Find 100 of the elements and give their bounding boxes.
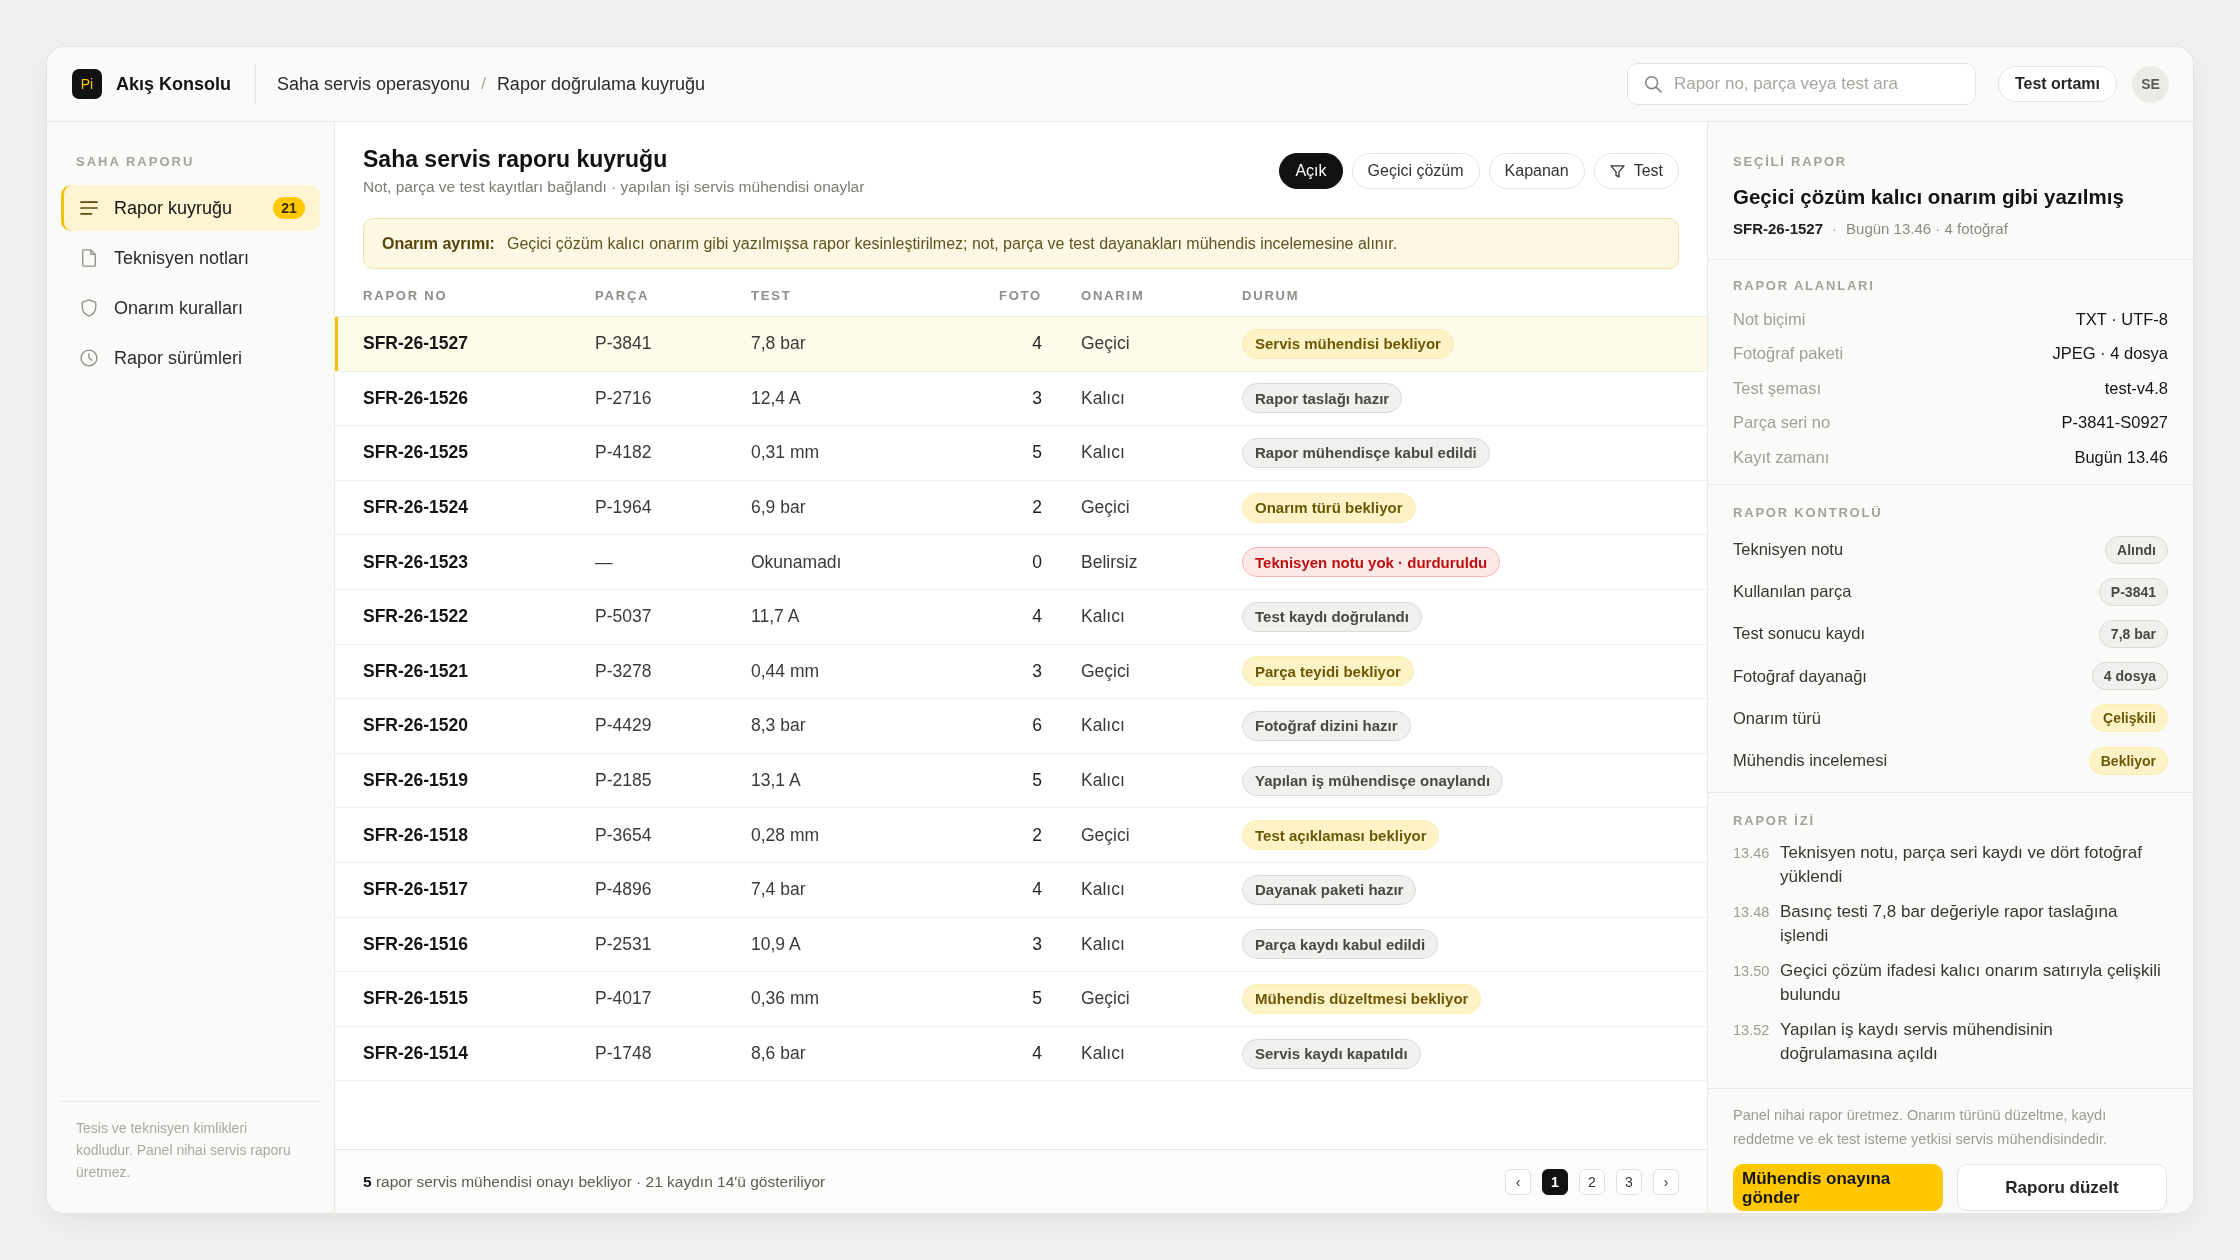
table-row[interactable]: SFR-26-1514 P-1748 8,6 bar 4 Kalıcı Servis kaydı kapatıldı: [335, 1026, 1707, 1082]
page-title: Saha servis raporu kuyruğu: [363, 145, 669, 174]
sidebar-item[interactable]: Onarım kuralları: [61, 285, 320, 331]
section-label: RAPOR KONTROLÜ: [1733, 503, 1884, 522]
table-cell-text: 11,7 A: [751, 606, 801, 628]
table-cell-text: 4: [1031, 879, 1042, 901]
page-button[interactable]: 3: [1616, 1168, 1642, 1195]
table-cell-text: 0: [1031, 551, 1042, 573]
filter-chip[interactable]: Geçici çözüm: [1351, 153, 1480, 189]
field-label: Kayıt zamanı: [1733, 447, 1830, 467]
field-value: Bugün 13.46: [2074, 447, 2168, 467]
table-cell-text: 6,9 bar: [751, 497, 807, 519]
column-header: PARÇA: [595, 288, 651, 303]
alert-label: Onarım ayrımı:: [382, 234, 495, 253]
table-cell-text: Kalıcı: [1080, 606, 1126, 628]
user-avatar[interactable]: SE: [2132, 65, 2169, 103]
alert-text: Geçici çözüm kalıcı onarım gibi yazılmışsa rapor kesinleştirilmez; not, parça ve test dayanakları mühendis incelemesine alınır.: [506, 234, 1398, 253]
filter-chip[interactable]: Test: [1593, 153, 1679, 189]
submit-button[interactable]: Mühendis onayına gönder: [1733, 1164, 1943, 1211]
field-value: TXT · UTF-8: [2075, 309, 2168, 329]
check-label: Fotoğraf dayanağı: [1733, 666, 1867, 686]
table-cell-text: —: [595, 551, 614, 573]
next-page-button[interactable]: ›: [1653, 1168, 1679, 1195]
check-status-tag: Bekliyor: [2088, 746, 2168, 775]
sidebar-item[interactable]: Teknisyen notları: [61, 235, 320, 281]
table-row[interactable]: SFR-26-1527 P-3841 7,8 bar 4 Geçici Servis mühendisi bekliyor: [335, 317, 1707, 372]
app-logo: Pi: [72, 69, 102, 99]
status-tag: Mühendis düzeltmesi bekliyor: [1242, 983, 1482, 1014]
table-row[interactable]: SFR-26-1517 P-4896 7,4 bar 4 Kalıcı Dayanak paketi hazır: [335, 862, 1707, 918]
table-cell-text: SFR-26-1517: [363, 879, 470, 901]
table-cell-text: SFR-26-1525: [363, 442, 470, 464]
report-number: SFR-26-1527: [1733, 219, 1824, 239]
table-cell-text: P-4429: [595, 715, 653, 737]
table-row[interactable]: SFR-26-1515 P-4017 0,36 mm 5 Geçici Mühendis düzeltmesi bekliyor: [335, 972, 1707, 1027]
status-tag: Fotoğraf dizini hazır: [1242, 710, 1411, 741]
table-cell-text: 5: [1031, 442, 1042, 464]
table-cell-text: P-2716: [595, 387, 653, 409]
table-row[interactable]: SFR-26-1526 P-2716 12,4 A 3 Kalıcı Rapor taslağı hazır: [335, 371, 1707, 427]
table-row[interactable]: SFR-26-1523 — Okunamadı 0 Belirsiz Teknisyen notu yok · durduruldu: [335, 535, 1707, 590]
column-header: RAPOR NO: [363, 288, 449, 303]
environment-button[interactable]: Test ortamı: [1997, 66, 2117, 102]
table-row[interactable]: SFR-26-1524 P-1964 6,9 bar 2 Geçici Onarım türü bekliyor: [335, 480, 1707, 536]
search-field[interactable]: Rapor no, parça veya test ara: [1626, 63, 1976, 105]
section-label: SEÇİLİ RAPOR: [1733, 153, 1849, 171]
trail-time: 13.52: [1733, 1020, 1770, 1040]
table-cell-text: 3: [1031, 933, 1042, 955]
table-cell-text: 2: [1031, 824, 1042, 846]
panel-note: Panel nihai rapor üretmez. Onarım türünü düzeltme, kaydı reddetme ve ek test isteme yetkisi servis mühendisindedir.: [1733, 1106, 2108, 1149]
field-label: Not biçimi: [1733, 309, 1806, 329]
check-label: Onarım türü: [1733, 708, 1822, 728]
table-cell-text: Kalıcı: [1080, 933, 1126, 955]
filter-chip[interactable]: Açık: [1279, 153, 1343, 189]
status-tag: Rapor mühendisçe kabul edildi: [1242, 438, 1490, 468]
check-status-tag: 4 dosya: [2091, 662, 2168, 691]
table-cell-text: SFR-26-1519: [363, 770, 470, 792]
table-cell-text: P-4017: [595, 988, 653, 1010]
check-status-tag: Çelişkili: [2091, 704, 2168, 733]
list-icon: [80, 199, 98, 217]
table-cell-text: P-1748: [595, 1043, 653, 1064]
status-tag: Teknisyen notu yok · durduruldu: [1242, 547, 1501, 578]
table-cell-text: P-4182: [595, 442, 653, 464]
table-cell-text: P-4896: [595, 879, 653, 901]
sidebar-footnote: Tesis ve teknisyen kimlikleri kodludur. Panel nihai servis raporu üretmez.: [76, 1119, 292, 1182]
table-row[interactable]: SFR-26-1525 P-4182 0,31 mm 5 Kalıcı Rapor mühendisçe kabul edildi: [335, 426, 1707, 481]
table-row[interactable]: SFR-26-1521 P-3278 0,44 mm 3 Geçici Parça teyidi bekliyor: [335, 644, 1707, 700]
table-row[interactable]: SFR-26-1522 P-5037 11,7 A 4 Kalıcı Test kaydı doğrulandı: [335, 589, 1707, 645]
section-label: RAPOR İZİ: [1733, 811, 1816, 830]
check-label: Test sonucu kaydı: [1733, 624, 1866, 644]
previous-page-button[interactable]: ‹: [1505, 1168, 1531, 1195]
sidebar-item[interactable]: Rapor kuyruğu 21: [61, 185, 320, 231]
table-cell-text: SFR-26-1514: [363, 1043, 470, 1064]
table-cell-text: P-3841: [595, 333, 653, 355]
check-label: Mühendis incelemesi: [1733, 751, 1888, 771]
table-cell-text: P-2531: [595, 933, 653, 955]
breadcrumb-separator: /: [481, 74, 486, 94]
edit-button[interactable]: Raporu düzelt: [1957, 1164, 2167, 1211]
table-row[interactable]: SFR-26-1519 P-2185 13,1 A 5 Kalıcı Yapılan iş mühendisçe onaylandı: [335, 753, 1707, 809]
trail-text: Teknisyen notu, parça seri kaydı ve dört fotoğraf yüklendi: [1780, 841, 2143, 888]
meta-separator: ·: [1832, 219, 1838, 239]
report-meta: Bugün 13.46 · 4 fotoğraf: [1846, 219, 2008, 239]
status-tag: Rapor taslağı hazır: [1242, 383, 1403, 414]
sidebar-item[interactable]: Rapor sürümleri: [61, 335, 320, 381]
page-button[interactable]: 1: [1542, 1168, 1568, 1195]
sidebar-section-label: SAHA RAPORU: [75, 153, 196, 171]
table-cell-text: 0,36 mm: [751, 988, 821, 1010]
table-cell-text: Kalıcı: [1080, 715, 1126, 737]
trail-time: 13.48: [1733, 902, 1770, 922]
table-cell-text: Kalıcı: [1080, 387, 1126, 409]
table-cell-text: Kalıcı: [1080, 770, 1126, 792]
table-cell-text: SFR-26-1515: [363, 988, 470, 1010]
breadcrumb-link[interactable]: Saha servis operasyonu: [277, 73, 471, 95]
table-row[interactable]: SFR-26-1518 P-3654 0,28 mm 2 Geçici Test açıklaması bekliyor: [335, 808, 1707, 863]
table-row[interactable]: SFR-26-1520 P-4429 8,3 bar 6 Kalıcı Fotoğraf dizini hazır: [335, 699, 1707, 754]
status-tag: Parça teyidi bekliyor: [1242, 656, 1414, 687]
filter-chip[interactable]: Kapanan: [1488, 153, 1585, 189]
table-summary: 5 rapor servis mühendisi onayı bekliyor · 21 kaydın 14'ü gösteriliyor: [363, 1172, 826, 1191]
table-row[interactable]: SFR-26-1516 P-2531 10,9 A 3 Kalıcı Parça kaydı kabul edildi: [335, 917, 1707, 973]
table-cell-text: 10,9 A: [751, 933, 802, 955]
page-button[interactable]: 2: [1579, 1168, 1605, 1195]
clock-icon: [80, 349, 98, 367]
